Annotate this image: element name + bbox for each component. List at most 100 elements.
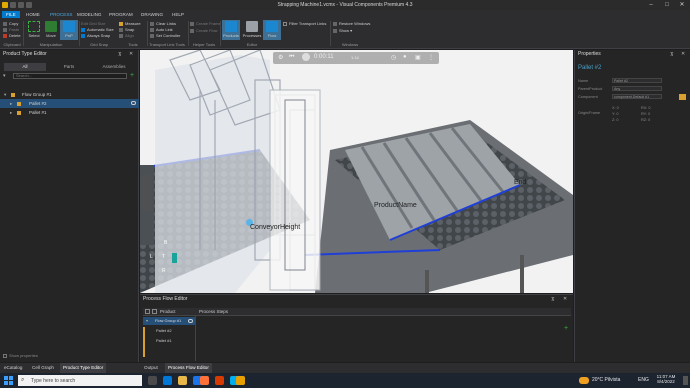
menu-program[interactable]: PROGRAM xyxy=(105,11,137,18)
3d-viewport[interactable]: ⚙ ⏮ 0:00:11 1.14 ◷ ● ▣ ⋮ ProductName Con… xyxy=(140,50,573,293)
firefox-icon[interactable] xyxy=(200,376,209,385)
pfe-row-pallet-1[interactable]: Pallet #1 xyxy=(156,338,172,343)
tab-assemblies[interactable]: Assemblies xyxy=(92,63,136,71)
tab-output[interactable]: Output xyxy=(141,363,161,373)
origin-y[interactable]: Y: 0 xyxy=(612,112,619,116)
close-icon[interactable]: ✕ xyxy=(563,296,567,302)
tab-ecatalog[interactable]: eCatalog xyxy=(1,363,25,373)
restore-windows-button[interactable]: Restore Windows xyxy=(333,21,370,26)
expand-icon[interactable]: ▾ xyxy=(146,318,148,323)
view-toolbar[interactable] xyxy=(142,175,152,211)
record-icon[interactable]: ● xyxy=(403,54,407,60)
settings-icon[interactable]: ⚙ xyxy=(278,54,283,61)
view-cube-left[interactable]: L xyxy=(150,254,153,260)
tree-item-pallet-2[interactable]: ▸ Pallet #2 xyxy=(0,99,139,108)
flow-button[interactable]: Flow xyxy=(263,20,281,40)
automatic-size-toggle[interactable]: Automatic Size xyxy=(81,27,114,32)
notifications-icon[interactable] xyxy=(683,376,688,385)
pick-icon[interactable] xyxy=(679,94,686,100)
expand-icon[interactable] xyxy=(152,309,157,314)
component-field[interactable]: component.Default #1 xyxy=(612,94,662,99)
pfe-row-flow-group[interactable]: ▾ Flow Group #1 xyxy=(143,317,195,325)
copy-button[interactable]: Copy xyxy=(3,21,18,26)
tab-product-type-editor[interactable]: Product Type Editor xyxy=(60,363,107,373)
show-properties-toggle[interactable]: Show properties xyxy=(3,353,38,358)
origin-z[interactable]: Z: 0 xyxy=(612,118,619,122)
pnp-button[interactable]: PnP xyxy=(60,20,78,40)
expand-all-icon[interactable]: ▾ xyxy=(3,73,6,79)
windows-start-icon[interactable] xyxy=(4,376,13,385)
always-snap-toggle[interactable]: Always Snap xyxy=(81,33,110,38)
menu-drawing[interactable]: DRAWING xyxy=(137,11,167,18)
add-icon[interactable]: + xyxy=(130,72,134,79)
view-cube-top[interactable]: T xyxy=(162,254,165,260)
clear-links-button[interactable]: Clear Links xyxy=(150,21,176,26)
products-button[interactable]: Products xyxy=(222,20,240,40)
view-cube[interactable]: B L T R xyxy=(142,240,182,280)
select-button[interactable]: Select xyxy=(25,20,43,40)
align-button[interactable]: Align xyxy=(119,33,134,38)
close-icon[interactable]: ✕ xyxy=(681,51,685,57)
menu-process[interactable]: PROCESS xyxy=(46,11,76,18)
add-step-icon[interactable]: + xyxy=(564,325,568,332)
task-view-icon[interactable] xyxy=(148,376,157,385)
origin-x[interactable]: X: 0 xyxy=(612,106,619,110)
office-icon[interactable] xyxy=(215,376,224,385)
origin-rx[interactable]: RX: 0 xyxy=(641,106,651,110)
tab-cell-graph[interactable]: Cell Graph xyxy=(29,363,57,373)
maximize-button[interactable]: □ xyxy=(660,1,674,9)
expand-icon[interactable]: ▸ xyxy=(10,108,12,117)
expand-icon[interactable]: ▸ xyxy=(10,99,12,108)
language-indicator[interactable]: ENG xyxy=(638,377,649,383)
edge-icon[interactable] xyxy=(163,376,172,385)
collapse-icon[interactable] xyxy=(145,309,150,314)
tree-item-pallet-1[interactable]: ▸ Pallet #1 xyxy=(0,108,139,117)
eye-icon[interactable] xyxy=(131,101,136,105)
clock[interactable]: 11:07 AM 8/4/2022 xyxy=(652,374,680,384)
create-frame-button[interactable]: Create Frame xyxy=(190,21,221,26)
snap-button[interactable]: Snap xyxy=(119,27,134,32)
name-field[interactable]: Pallet #2 xyxy=(612,78,662,83)
close-button[interactable]: ✕ xyxy=(675,1,689,9)
origin-ry[interactable]: RY: 0 xyxy=(641,112,650,116)
view-cube-back[interactable]: B xyxy=(164,240,167,246)
minimize-button[interactable]: – xyxy=(644,1,658,9)
file-explorer-icon[interactable] xyxy=(178,376,187,385)
auto-link-button[interactable]: Auto Link xyxy=(150,27,173,32)
close-icon[interactable]: ✕ xyxy=(129,51,133,57)
show-dropdown[interactable]: Show ▾ xyxy=(333,28,352,33)
eye-icon[interactable] xyxy=(188,319,193,323)
edit-grid-size-button[interactable]: Edit Grid Size xyxy=(81,21,105,26)
move-button[interactable]: Move xyxy=(42,20,60,40)
menu-home[interactable]: HOME xyxy=(22,11,44,18)
tab-process-flow-editor[interactable]: Process Flow Editor xyxy=(165,363,212,373)
play-button[interactable] xyxy=(302,53,310,61)
menu-file[interactable]: FILE xyxy=(2,11,20,18)
speed-icon[interactable]: ◷ xyxy=(391,54,396,61)
pfe-row-pallet-2[interactable]: Pallet #2 xyxy=(156,328,172,333)
weather-text[interactable]: 20°C Pilvista xyxy=(592,377,620,383)
taskbar-search-input[interactable]: ⌕ Type here to search xyxy=(18,375,142,386)
paste-button[interactable]: Paste xyxy=(3,27,19,32)
tab-all[interactable]: All xyxy=(4,63,46,71)
tree-item-flow-group[interactable]: ▾ Flow Group #1 xyxy=(0,90,139,99)
origin-rz[interactable]: RZ: 0 xyxy=(641,118,650,122)
camera-icon[interactable]: ▣ xyxy=(415,54,421,61)
create-flow-button[interactable]: Create Flow xyxy=(190,28,218,33)
processes-button[interactable]: Processes xyxy=(242,20,262,40)
more-icon[interactable]: ⋮ xyxy=(428,54,434,61)
tab-parts[interactable]: Parts xyxy=(47,63,91,71)
expand-icon[interactable]: ▾ xyxy=(4,90,6,99)
pin-icon[interactable]: ⊼ xyxy=(551,297,555,303)
reset-icon[interactable]: ⏮ xyxy=(289,54,294,61)
set-controller-button[interactable]: Set Controller xyxy=(150,33,180,38)
measure-button[interactable]: Measure xyxy=(119,21,141,26)
weather-icon[interactable] xyxy=(579,377,589,384)
delete-button[interactable]: Delete xyxy=(3,33,21,38)
view-cube-right[interactable] xyxy=(172,253,177,263)
pin-icon[interactable]: ⊼ xyxy=(670,52,674,58)
filter-transport-links-toggle[interactable]: Filter Transport Links xyxy=(283,21,326,26)
menu-help[interactable]: HELP xyxy=(168,11,188,18)
parent-product-field[interactable]: Any xyxy=(612,86,662,91)
search-input[interactable]: Search... xyxy=(13,73,127,79)
